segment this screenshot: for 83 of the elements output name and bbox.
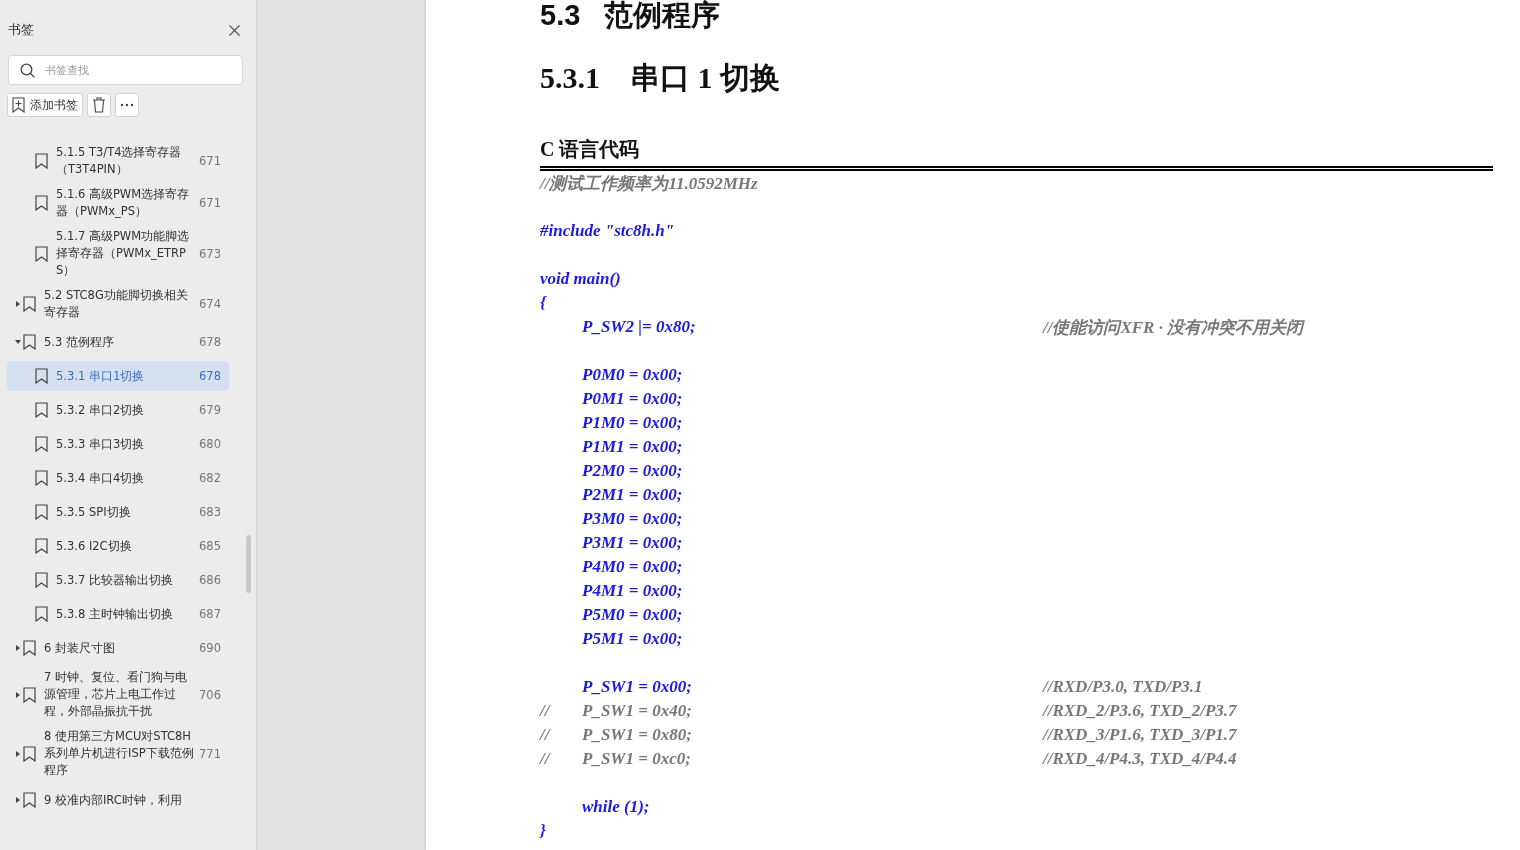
add-bookmark-button[interactable]: 添加书签 <box>7 93 83 117</box>
section-heading: 5.3 范例程序 <box>540 0 722 30</box>
bookmark-item[interactable]: 5.3.6 I2C切换 685 <box>7 531 229 561</box>
bookmark-item[interactable]: 9 校准内部IRC时钟，利用 <box>7 785 229 815</box>
bookmark-icon <box>35 606 48 622</box>
code-comment: //RXD_4/P4.3, TXD_4/P4.4 <box>1043 749 1237 769</box>
bookmark-item[interactable]: 7 时钟、复位、看门狗与电源管理，芯片上电工作过程，外部晶振抗干扰 706 <box>7 667 229 722</box>
code-line: void main() <box>540 269 622 289</box>
code-comment: //RXD/P3.0, TXD/P3.1 <box>1043 677 1203 697</box>
code-line: #include "stc8h.h" <box>540 221 676 241</box>
delete-button[interactable] <box>87 93 111 117</box>
search-field[interactable]: 书签查找 <box>8 55 243 85</box>
bookmark-icon <box>35 436 48 452</box>
bookmark-item[interactable]: 8 使用第三方MCU对STC8H系列单片机进行ISP下载范例程序 771 <box>7 726 229 781</box>
subsection-heading: 5.3.1 串口 1 切换 <box>540 60 781 96</box>
expand-arrow-icon[interactable] <box>15 301 21 307</box>
code-heading: C 语言代码 <box>540 136 1493 171</box>
code-line: P2M0 = 0x00; <box>582 461 684 481</box>
code-line: } <box>540 821 547 841</box>
code-line: P_SW1 = 0x80; <box>582 725 693 745</box>
bookmark-icon <box>23 296 36 312</box>
code-line: P5M1 = 0x00; <box>582 629 684 649</box>
comment-marker: // <box>540 725 552 745</box>
bookmark-item[interactable]: 5.3.5 SPI切换 683 <box>7 497 229 527</box>
bookmark-icon <box>23 640 36 656</box>
bookmark-item[interactable]: 5.3.4 串口4切换 682 <box>7 463 229 493</box>
bookmark-icon <box>23 792 36 808</box>
expand-arrow-icon[interactable] <box>15 750 21 757</box>
bookmark-icon <box>23 686 36 703</box>
bookmark-item[interactable]: 5.1.5 T3/T4选择寄存器（T3T4PIN） 671 <box>7 142 229 180</box>
bookmark-item[interactable]: 5.3.2 串口2切换 679 <box>7 395 229 425</box>
expand-arrow-icon[interactable] <box>15 339 21 345</box>
bookmark-icon <box>35 504 48 520</box>
search-icon <box>20 63 35 78</box>
code-line: P3M0 = 0x00; <box>582 509 684 529</box>
code-line: P4M0 = 0x00; <box>582 557 684 577</box>
bookmark-item[interactable]: 5.3.1 串口1切换 678 <box>7 361 229 391</box>
code-line: P_SW1 = 0x00; <box>582 677 693 697</box>
code-line: P0M1 = 0x00; <box>582 389 684 409</box>
code-line: P0M0 = 0x00; <box>582 365 684 385</box>
bookmark-icon <box>23 745 36 762</box>
more-button[interactable] <box>115 93 139 117</box>
code-line: P5M0 = 0x00; <box>582 605 684 625</box>
bookmark-icon <box>23 334 36 350</box>
bookmark-icon <box>35 402 48 418</box>
bookmark-icon <box>35 538 48 554</box>
bookmark-item[interactable]: 5.3.7 比较器输出切换 686 <box>7 565 229 595</box>
code-comment: //RXD_3/P1.6, TXD_3/P1.7 <box>1043 725 1237 745</box>
comment-marker: // <box>540 749 552 769</box>
expand-arrow-icon[interactable] <box>15 797 21 803</box>
trash-icon <box>92 97 106 113</box>
scrollbar[interactable] <box>246 535 251 593</box>
bookmark-item[interactable]: 5.3.3 串口3切换 680 <box>7 429 229 459</box>
bookmark-icon <box>35 153 48 169</box>
code-line: { <box>540 293 548 313</box>
code-line: P3M1 = 0x00; <box>582 533 684 553</box>
code-line: P2M1 = 0x00; <box>582 485 684 505</box>
code-line: P_SW1 = 0xc0; <box>582 749 692 769</box>
comment-marker: // <box>540 701 552 721</box>
bookmark-item[interactable]: 5.3 范例程序 678 <box>7 327 229 357</box>
expand-arrow-icon[interactable] <box>15 691 21 698</box>
close-icon[interactable] <box>229 24 240 36</box>
code-line: P_SW2 |= 0x80; <box>582 317 697 337</box>
more-icon <box>120 103 134 107</box>
code-comment: //测试工作频率为11.0592MHz <box>540 172 758 195</box>
code-comment: //RXD_2/P3.6, TXD_2/P3.7 <box>1043 701 1237 721</box>
code-line: P4M1 = 0x00; <box>582 581 684 601</box>
code-line: P_SW1 = 0x40; <box>582 701 693 721</box>
code-line: P1M1 = 0x00; <box>582 437 684 457</box>
bookmark-icon <box>35 245 48 262</box>
code-line: while (1); <box>582 797 651 817</box>
bookmark-plus-icon <box>12 97 25 113</box>
bookmark-icon <box>35 572 48 588</box>
bookmark-item[interactable]: 5.1.7 高级PWM功能脚选择寄存器（PWMx_ETRPS） 673 <box>7 226 229 281</box>
bookmark-icon <box>35 368 48 384</box>
code-line: P1M0 = 0x00; <box>582 413 684 433</box>
bookmark-item[interactable]: 6 封装尺寸图 690 <box>7 633 229 663</box>
panel-title: 书签 <box>8 21 34 39</box>
bookmark-item[interactable]: 5.3.8 主时钟输出切换 687 <box>7 599 229 629</box>
code-comment: //使能访问XFR · 没有冲突不用关闭 <box>1043 316 1304 339</box>
expand-arrow-icon[interactable] <box>15 645 21 651</box>
bookmark-icon <box>35 470 48 486</box>
bookmark-icon <box>35 195 48 211</box>
